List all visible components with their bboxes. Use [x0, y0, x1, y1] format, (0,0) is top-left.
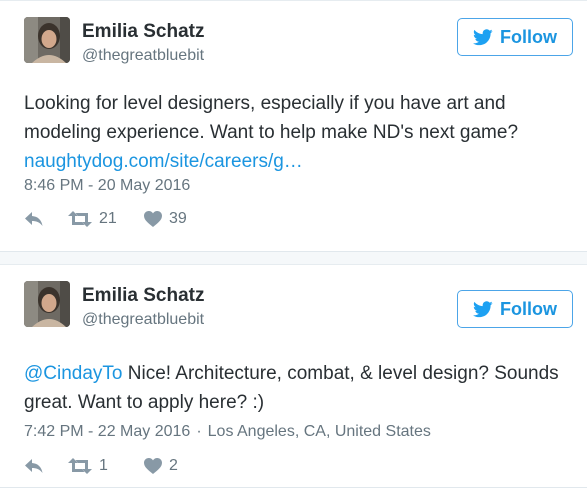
- tweet-card: Emilia Schatz @thegreatbluebit Follow Lo…: [0, 0, 587, 252]
- tweet-card: Emilia Schatz @thegreatbluebit Follow @C…: [0, 264, 587, 488]
- reply-button[interactable]: [24, 458, 68, 474]
- retweet-button[interactable]: 21: [68, 210, 144, 228]
- heart-icon: [144, 211, 162, 227]
- heart-icon: [144, 458, 162, 474]
- tweet-location[interactable]: Los Angeles, CA, United States: [208, 423, 431, 440]
- tweet-text: @CindayTo Nice! Architecture, combat, & …: [24, 359, 574, 417]
- reply-icon: [24, 458, 44, 474]
- author-name[interactable]: Emilia Schatz: [82, 21, 205, 43]
- tweet-text: Looking for level designers, especially …: [24, 89, 574, 176]
- reply-icon: [24, 211, 44, 227]
- author-handle[interactable]: @thegreatbluebit: [82, 47, 204, 65]
- tweet-actions: 1 2: [24, 454, 204, 478]
- tweet-body: Looking for level designers, especially …: [24, 93, 519, 143]
- tweet-actions: 21 39: [24, 207, 204, 231]
- like-count: 2: [169, 457, 178, 474]
- retweet-count: 21: [99, 210, 117, 227]
- retweet-icon: [68, 458, 92, 474]
- follow-label: Follow: [500, 26, 557, 47]
- meta-separator: ·: [196, 423, 202, 440]
- follow-label: Follow: [500, 298, 557, 319]
- timestamp[interactable]: 8:46 PM - 20 May 2016: [24, 177, 190, 194]
- twitter-bird-icon: [473, 300, 493, 318]
- author-handle[interactable]: @thegreatbluebit: [82, 311, 204, 329]
- twitter-bird-icon: [473, 28, 493, 46]
- follow-button[interactable]: Follow: [457, 290, 573, 328]
- like-button[interactable]: 2: [144, 457, 204, 475]
- retweet-count: 1: [99, 457, 108, 474]
- mention-link[interactable]: @CindayTo: [24, 363, 123, 384]
- tweet-meta: 8:46 PM - 20 May 2016: [24, 177, 190, 195]
- like-count: 39: [169, 210, 187, 227]
- tweet-link[interactable]: naughtydog.com/site/careers/g…: [24, 151, 303, 172]
- retweet-icon: [68, 211, 92, 227]
- like-button[interactable]: 39: [144, 210, 204, 228]
- reply-button[interactable]: [24, 211, 68, 227]
- avatar[interactable]: [24, 281, 70, 327]
- tweet-meta: 7:42 PM - 22 May 2016 · Los Angeles, CA, U…: [24, 423, 431, 441]
- avatar[interactable]: [24, 17, 70, 63]
- timestamp[interactable]: 7:42 PM - 22 May 2016: [24, 423, 190, 440]
- retweet-button[interactable]: 1: [68, 457, 144, 475]
- author-name[interactable]: Emilia Schatz: [82, 285, 205, 307]
- follow-button[interactable]: Follow: [457, 18, 573, 56]
